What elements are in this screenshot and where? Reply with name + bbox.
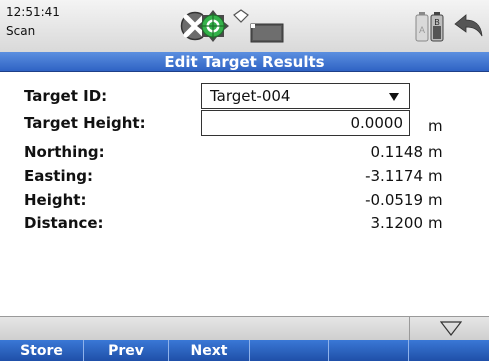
back-arrow-icon[interactable]: [452, 10, 484, 42]
chevron-down-icon[interactable]: [389, 93, 399, 101]
easting-unit: m: [428, 167, 443, 185]
divider: [409, 317, 410, 341]
prev-button[interactable]: Prev: [84, 340, 169, 361]
svg-text:A: A: [419, 25, 425, 35]
next-button[interactable]: Next: [169, 340, 250, 361]
height-value: -0.0519: [365, 191, 423, 209]
target-height-unit: m: [428, 117, 443, 135]
target-height-value: 0.0000: [350, 114, 404, 132]
height-label: Height:: [24, 191, 87, 209]
store-button[interactable]: Store: [0, 340, 84, 361]
screen-icon[interactable]: [250, 23, 284, 43]
target-icon[interactable]: [196, 9, 230, 43]
status-time: 12:51:41: [6, 5, 60, 19]
softkey-6[interactable]: [409, 340, 489, 361]
distance-unit: m: [428, 214, 443, 232]
target-id-dropdown[interactable]: Target-004: [201, 83, 410, 109]
page-title: Edit Target Results: [0, 52, 489, 72]
easting-value: -3.1174: [365, 167, 423, 185]
battery-icon[interactable]: A B: [414, 10, 448, 44]
distance-value: 3.1200: [370, 214, 424, 232]
northing-unit: m: [428, 143, 443, 161]
status-mode: Scan: [6, 24, 36, 38]
easting-label: Easting:: [24, 167, 94, 185]
target-id-label: Target ID:: [24, 87, 108, 105]
scroll-bar-row: [0, 316, 489, 341]
northing-value: 0.1148: [370, 143, 424, 161]
northing-label: Northing:: [24, 143, 105, 161]
softkey-4[interactable]: [250, 340, 329, 361]
target-height-input[interactable]: 0.0000: [201, 110, 410, 136]
triangle-down-icon[interactable]: [440, 321, 462, 336]
height-unit: m: [428, 191, 443, 209]
distance-label: Distance:: [24, 214, 104, 232]
svg-text:B: B: [434, 18, 439, 27]
target-id-value: Target-004: [210, 87, 291, 105]
target-height-label: Target Height:: [24, 114, 146, 132]
diamond-icon: [233, 9, 249, 23]
status-bar: 12:51:41 Scan A B: [0, 0, 489, 52]
softkey-5[interactable]: [329, 340, 409, 361]
softkey-bar: Store Prev Next: [0, 340, 489, 361]
